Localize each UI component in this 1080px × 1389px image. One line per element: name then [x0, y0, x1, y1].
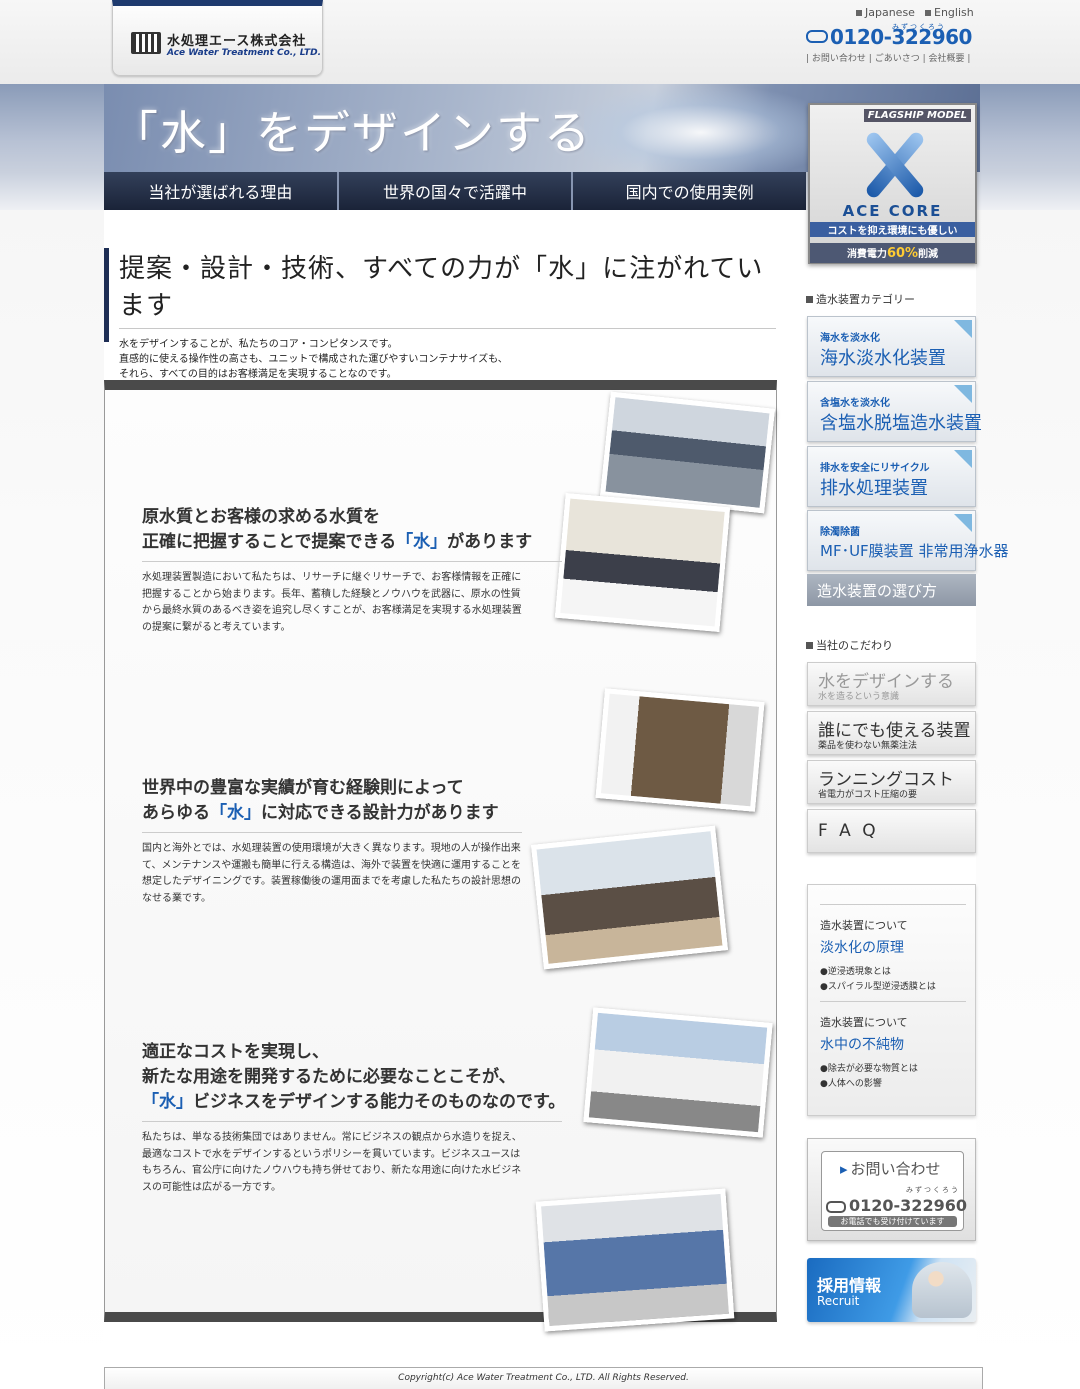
logo-japanese: 水処理エース株式会社 — [167, 34, 307, 49]
section-design: 世界中の豊富な実績が育む経験則によって あらゆる「水」に対応できる設計力がありま… — [142, 776, 562, 907]
lang-japanese-link[interactable]: Japanese — [856, 6, 915, 19]
main-panel: 原水質とお客様の求める水質を 正確に把握することで提案できる「水」があります 水… — [104, 380, 777, 1332]
flagship-power: 消費電力60%削減 — [810, 243, 975, 263]
section-divider — [142, 1121, 562, 1122]
kodawari-heading: 当社のこだわり — [806, 637, 893, 653]
section-divider — [142, 561, 562, 562]
recruit-english: Recruit — [817, 1294, 860, 1308]
contact-phone: 0120-322960 — [826, 1196, 967, 1215]
info-divider — [820, 904, 966, 905]
section-cost-body: 私たちは、単なる技術集団ではありません。常にビジネスの観点から水造りを捉え、最適… — [142, 1132, 522, 1193]
photo-factory-visit — [599, 391, 776, 514]
kodawari-running-cost[interactable]: ランニングコスト 省電力がコスト圧縮の要 — [807, 760, 976, 804]
greeting-link[interactable]: ごあいさつ — [875, 54, 920, 64]
contact-banner[interactable]: お問い合わせ みずつくろう 0120-322960 お電話でも受け付けています — [807, 1138, 976, 1241]
photo-meeting — [554, 493, 731, 632]
nav-reasons[interactable]: 当社が選ばれる理由 — [104, 172, 339, 210]
freedial-icon — [826, 1200, 846, 1213]
footer-copyright: Copyright(c) Ace Water Treatment Co., LT… — [104, 1367, 983, 1389]
kodawari-faq[interactable]: F A Q — [807, 809, 976, 853]
category-wastewater-treatment[interactable]: 排水を安全にリサイクル 排水処理装置 — [807, 446, 976, 507]
intro-text: 水をデザインすることが、私たちのコア・コンピタンスです。 直感的に使える操作性の… — [119, 339, 508, 380]
intro-heading: 提案・設計・技術、すべての力が「水」に注がれています — [119, 248, 776, 329]
info-box: 造水装置について 淡水化の原理 ●逆浸透現象とは ●スパイラル型逆浸透膜とは 造… — [807, 884, 976, 1116]
contact-banner-inner: お問い合わせ みずつくろう 0120-322960 お電話でも受け付けています — [821, 1151, 967, 1231]
contact-title: お問い合わせ — [840, 1158, 941, 1179]
kodawari-design-water[interactable]: 水をデザインする 水を造るという意識 — [807, 662, 976, 706]
recruit-handshake-image — [912, 1262, 972, 1318]
info-divider — [820, 1001, 966, 1002]
intro-section: 提案・設計・技術、すべての力が「水」に注がれています 水をデザインすることが、私… — [104, 248, 776, 380]
flagship-tagline: コストを抑え環境にも優しい — [810, 222, 975, 237]
section-design-heading: 世界中の豊富な実績が育む経験則によって あらゆる「水」に対応できる設計力がありま… — [142, 778, 499, 823]
lang-english-link[interactable]: English — [925, 6, 974, 19]
header-links: | お問い合わせ | ごあいさつ | 会社概要 | — [806, 54, 971, 64]
nav-worldwide[interactable]: 世界の国々で活躍中 — [338, 172, 574, 210]
kodawari-easy-device[interactable]: 誰にでも使える装置 薬品を使わない無薬注法 — [807, 711, 976, 755]
recruit-banner[interactable]: 採用情報 Recruit — [807, 1258, 976, 1322]
recruit-title: 採用情報 — [817, 1276, 882, 1295]
category-brackish-desalination[interactable]: 含塩水を淡水化 含塩水脱塩造水装置 — [807, 381, 982, 442]
section-proposal-heading: 原水質とお客様の求める水質を 正確に把握することで提案できる「水」があります — [142, 507, 533, 552]
section-cost-heading: 適正なコストを実現し、 新たな用途を開発するために必要なことこそが、 「水」ビジ… — [142, 1042, 566, 1112]
ace-core-x-icon — [848, 129, 940, 199]
category-heading: 造水装置カテゴリー — [806, 291, 915, 307]
nav-domestic-cases[interactable]: 国内での使用実例 — [573, 172, 807, 210]
freedial-icon — [806, 30, 828, 43]
section-cost: 適正なコストを実現し、 新たな用途を開発するために必要なことこそが、 「水」ビジ… — [142, 1040, 612, 1196]
category-seawater-desalination[interactable]: 海水を淡水化 海水淡水化装置 — [807, 316, 976, 377]
flagship-label: FLAGSHIP MODEL — [863, 109, 971, 122]
company-logo[interactable]: 水処理エース株式会社 Ace Water Treatment Co., LTD. — [112, 0, 323, 76]
section-divider — [142, 832, 522, 833]
photo-container-workers — [595, 688, 765, 812]
section-proposal-body: 水処理装置製造において私たちは、リサーチに継ぐリサーチで、お客様情報を正確に把握… — [142, 572, 522, 633]
category-membrane-filter[interactable]: 除濁除菌 MF･UF膜装置 非常用浄水器 — [807, 510, 1008, 571]
water-splash-graphic — [584, 84, 844, 172]
how-to-choose-button[interactable]: 造水装置の選び方 — [807, 574, 976, 606]
company-profile-link[interactable]: 会社概要 — [928, 54, 964, 64]
info-impurities[interactable]: 造水装置について 水中の不純物 ●除去が必要な物質とは ●人体への影響 — [820, 1014, 966, 1092]
contact-link[interactable]: お問い合わせ — [812, 54, 866, 64]
main-nav: 当社が選ばれる理由 世界の国々で活躍中 国内での使用実例 — [104, 172, 807, 210]
hero-title: 「水」をデザインする — [112, 106, 592, 160]
section-design-body: 国内と海外とでは、水処理装置の使用環境が大きく異なります。現地の人が操作出来て、… — [142, 843, 521, 904]
info-desalination-principle[interactable]: 造水装置について 淡水化の原理 ●逆浸透現象とは ●スパイラル型逆浸透膜とは — [820, 917, 966, 995]
header-phone-kana: みずつくろう — [892, 23, 946, 31]
flagship-model-banner[interactable]: FLAGSHIP MODEL ACE CORE コストを抑え環境にも優しい 消費… — [808, 103, 977, 264]
photo-factory-interior — [535, 1188, 735, 1332]
logo-english: Ace Water Treatment Co., LTD. — [167, 48, 322, 58]
contact-phone-kana: みずつくろう — [906, 1186, 960, 1194]
contact-note: お電話でも受け付けています — [828, 1216, 957, 1227]
section-proposal: 原水質とお客様の求める水質を 正確に把握することで提案できる「水」があります 水… — [142, 505, 562, 636]
logo-icon — [131, 32, 161, 54]
flagship-name: ACE CORE — [842, 202, 943, 220]
